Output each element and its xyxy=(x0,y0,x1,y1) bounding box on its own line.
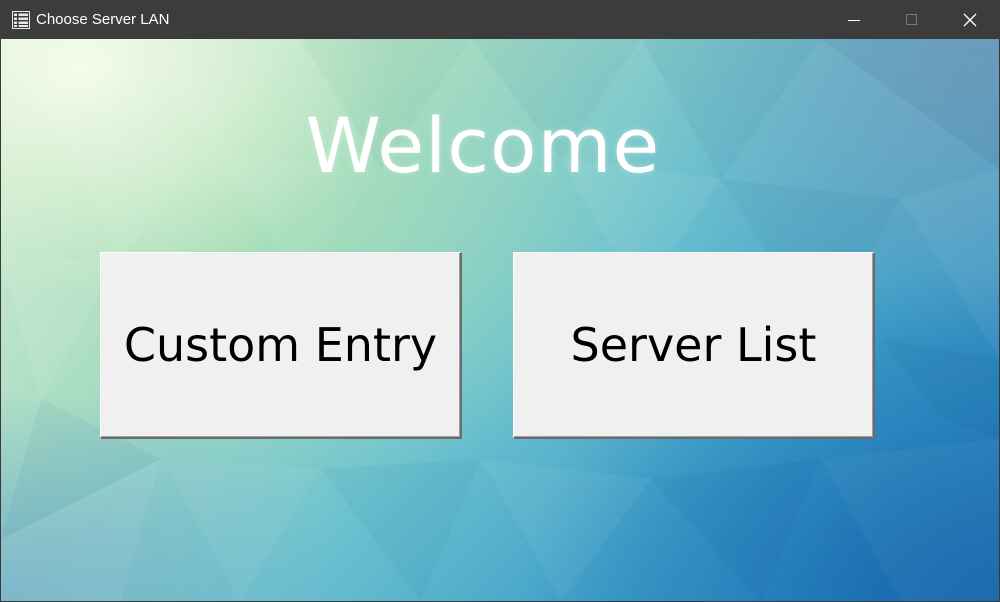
custom-entry-button[interactable]: Custom Entry xyxy=(100,252,462,439)
server-list-button[interactable]: Server List xyxy=(513,252,875,439)
list-window-icon xyxy=(12,11,30,29)
minimize-icon xyxy=(848,14,860,26)
maximize-button[interactable] xyxy=(883,1,941,39)
app-window: Choose Server LAN Welcome Custom Entry S… xyxy=(0,0,1000,602)
maximize-icon xyxy=(906,14,918,26)
minimize-button[interactable] xyxy=(825,1,883,39)
window-title: Choose Server LAN xyxy=(36,11,170,28)
title-bar[interactable]: Choose Server LAN xyxy=(1,1,999,39)
close-icon xyxy=(963,13,977,27)
close-button[interactable] xyxy=(941,1,999,39)
client-area: Welcome Custom Entry Server List xyxy=(1,39,999,601)
welcome-heading: Welcome xyxy=(305,101,661,190)
